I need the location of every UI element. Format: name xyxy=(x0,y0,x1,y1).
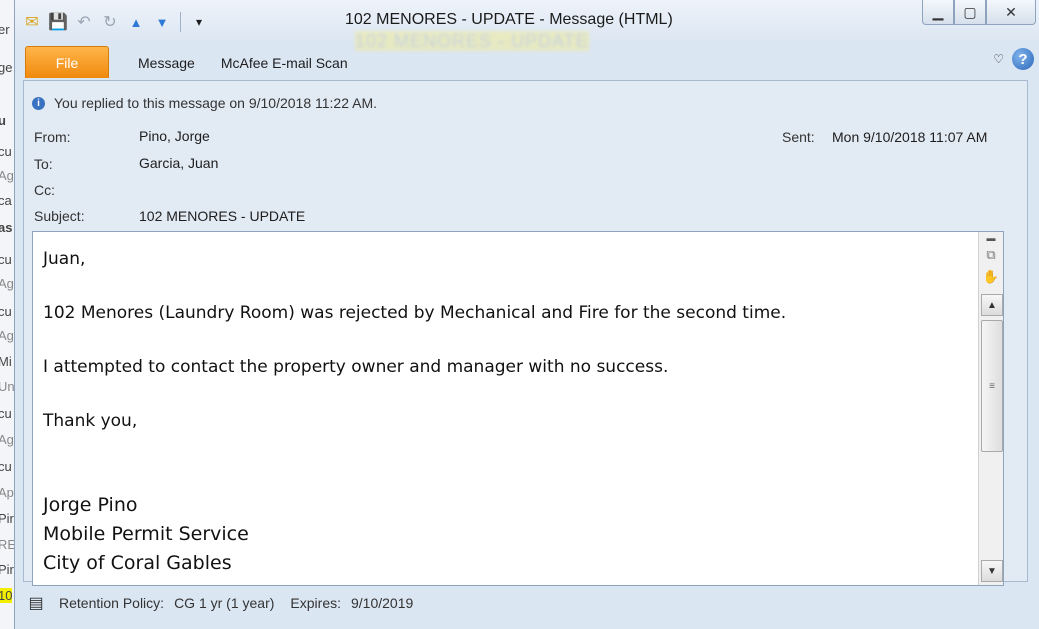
bg-fragment: RE xyxy=(0,537,14,552)
pane-divider-icon[interactable]: ▬ xyxy=(979,232,1003,244)
tab-file[interactable]: File xyxy=(25,46,109,78)
mail-icon[interactable]: ✉ xyxy=(21,11,43,33)
scroll-up-button[interactable]: ▲ xyxy=(981,294,1003,316)
blurred-title-text: 102 MENORES - UPDATE xyxy=(355,31,589,51)
sent-label: Sent: xyxy=(782,129,815,145)
signature-title: Mobile Permit Service xyxy=(43,523,249,545)
bg-fragment: 10 xyxy=(0,588,13,603)
bg-fragment: Ap xyxy=(0,485,14,500)
message-window: ✉ 💾 ↶ ↻ ▲ ▼ ▾ 102 MENORES - UPDATE - Mes… xyxy=(14,0,1039,629)
retention-footer: ▤ Retention Policy: CG 1 yr (1 year) Exp… xyxy=(23,585,413,621)
body-paragraph: I attempted to contact the property owne… xyxy=(43,357,669,377)
bg-fragment: cu xyxy=(0,144,12,159)
expires-label: Expires: xyxy=(290,595,341,611)
from-label: From: xyxy=(34,129,71,145)
next-item-icon[interactable]: ▼ xyxy=(151,11,173,33)
tab-message[interactable]: Message xyxy=(125,47,208,78)
bg-fragment: Ag xyxy=(0,328,14,343)
subject-label: Subject: xyxy=(34,208,85,224)
redo-icon[interactable]: ↻ xyxy=(99,11,121,33)
bg-fragment: cu xyxy=(0,252,12,267)
subject-value: 102 MENORES - UPDATE xyxy=(139,208,306,224)
minimize-button[interactable]: ▁ xyxy=(922,0,954,25)
info-bar-text: You replied to this message on 9/10/2018… xyxy=(54,95,378,111)
vertical-scrollbar[interactable]: ▬ ⧉ ✋ ▲ ≡ ▼ xyxy=(978,232,1003,585)
title-bar: ✉ 💾 ↶ ↻ ▲ ▼ ▾ 102 MENORES - UPDATE - Mes… xyxy=(15,0,1039,51)
bg-fragment: Un xyxy=(0,379,15,394)
message-body[interactable]: Juan, 102 Menores (Laundry Room) was rej… xyxy=(32,231,1004,586)
bg-fragment: cu xyxy=(0,304,12,319)
signature-org: City of Coral Gables xyxy=(43,552,232,574)
window-controls: ▁ ▢ ✕ xyxy=(922,0,1036,25)
scroll-down-button[interactable]: ▼ xyxy=(981,560,1003,582)
bg-fragment: cu xyxy=(0,459,12,474)
cc-label: Cc: xyxy=(34,182,55,198)
scroll-thumb[interactable]: ≡ xyxy=(981,320,1003,452)
body-closing: Thank you, xyxy=(43,411,138,431)
bg-fragment: Pir xyxy=(0,511,14,526)
bg-fragment: Ag xyxy=(0,168,14,183)
minimize-ribbon-icon[interactable]: ♡ xyxy=(993,52,1004,66)
bg-fragment: u xyxy=(0,113,6,128)
info-bar[interactable]: i You replied to this message on 9/10/20… xyxy=(32,95,377,111)
info-icon: i xyxy=(32,96,45,110)
close-button[interactable]: ✕ xyxy=(986,0,1036,25)
tab-mcafee-email-scan[interactable]: McAfee E-mail Scan xyxy=(208,47,361,78)
sent-value: Mon 9/10/2018 11:07 AM xyxy=(832,129,988,145)
maximize-button[interactable]: ▢ xyxy=(954,0,986,25)
previous-item-icon[interactable]: ▲ xyxy=(125,11,147,33)
body-greeting: Juan, xyxy=(43,249,86,269)
bg-fragment: Ag xyxy=(0,432,14,447)
blurred-title-echo: 102 MENORES - UPDATE xyxy=(355,31,589,52)
signature-name: Jorge Pino xyxy=(43,494,138,516)
hand-icon[interactable]: ✋ xyxy=(979,266,1003,288)
ribbon-right-controls: ♡ ? xyxy=(993,48,1034,70)
from-value[interactable]: Pino, Jorge xyxy=(139,128,210,144)
bg-fragment: Mi xyxy=(0,354,12,369)
save-icon[interactable]: 💾 xyxy=(47,11,69,33)
background-window-sliver: er ge u cu Ag ca as cu Ag cu Ag Mi Un cu… xyxy=(0,0,15,629)
body-text: Juan, 102 Menores (Laundry Room) was rej… xyxy=(43,246,973,578)
body-paragraph: 102 Menores (Laundry Room) was rejected … xyxy=(43,303,787,323)
retention-label: Retention Policy: xyxy=(59,595,165,611)
bg-fragment: er xyxy=(0,22,10,37)
to-value[interactable]: Garcia, Juan xyxy=(139,155,218,171)
shredder-icon: ▤ xyxy=(28,595,44,612)
message-pane: i You replied to this message on 9/10/20… xyxy=(23,80,1028,586)
bg-fragment: Pir xyxy=(0,562,14,577)
bg-fragment: as xyxy=(0,220,13,235)
ribbon-tabs: File Message McAfee E-mail Scan xyxy=(25,45,361,78)
undo-icon[interactable]: ↶ xyxy=(73,11,95,33)
bg-fragment: cu xyxy=(0,406,12,421)
window-title: 102 MENORES - UPDATE - Message (HTML) xyxy=(345,11,673,28)
image-toggle-icon[interactable]: ⧉ xyxy=(979,244,1003,266)
bg-fragment: ge xyxy=(0,60,13,75)
help-icon[interactable]: ? xyxy=(1012,48,1034,70)
customize-toolbar-icon[interactable]: ▾ xyxy=(188,11,210,33)
bg-fragment: ca xyxy=(0,193,12,208)
bg-fragment: Ag xyxy=(0,276,14,291)
expires-value: 9/10/2019 xyxy=(351,595,414,611)
toolbar-separator xyxy=(180,12,181,32)
quick-access-toolbar: ✉ 💾 ↶ ↻ ▲ ▼ ▾ xyxy=(21,10,210,34)
to-label: To: xyxy=(34,156,53,172)
retention-value: CG 1 yr (1 year) xyxy=(174,595,275,611)
